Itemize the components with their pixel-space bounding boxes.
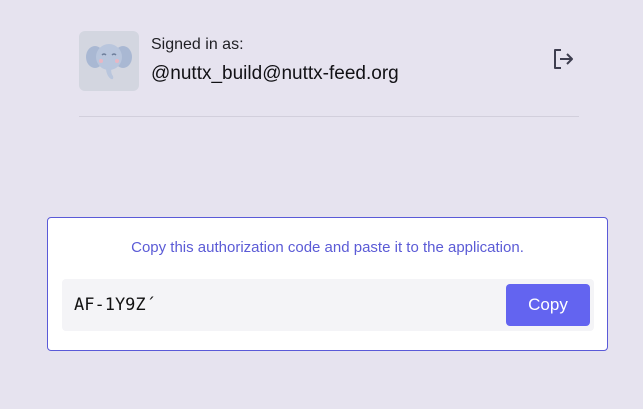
signed-in-label: Signed in as: (151, 36, 244, 53)
logout-icon (554, 49, 573, 69)
divider (79, 116, 579, 117)
account-header: Signed in as: @nuttx_build@nuttx-feed.or… (79, 31, 579, 91)
elephant-mascot-icon (86, 44, 132, 80)
authorization-code-field[interactable] (62, 279, 502, 331)
signed-in-info: Signed in as: @nuttx_build@nuttx-feed.or… (151, 35, 399, 87)
copy-button[interactable]: Copy (506, 284, 590, 326)
authorization-code-card: Copy this authorization code and paste i… (47, 217, 608, 351)
avatar (79, 31, 139, 91)
signed-in-username: @nuttx_build@nuttx-feed.org (151, 63, 399, 84)
code-row: Copy (62, 279, 594, 331)
authorization-page: Signed in as: @nuttx_build@nuttx-feed.or… (0, 0, 643, 409)
logout-button[interactable] (549, 45, 577, 73)
instruction-text: Copy this authorization code and paste i… (131, 239, 524, 256)
